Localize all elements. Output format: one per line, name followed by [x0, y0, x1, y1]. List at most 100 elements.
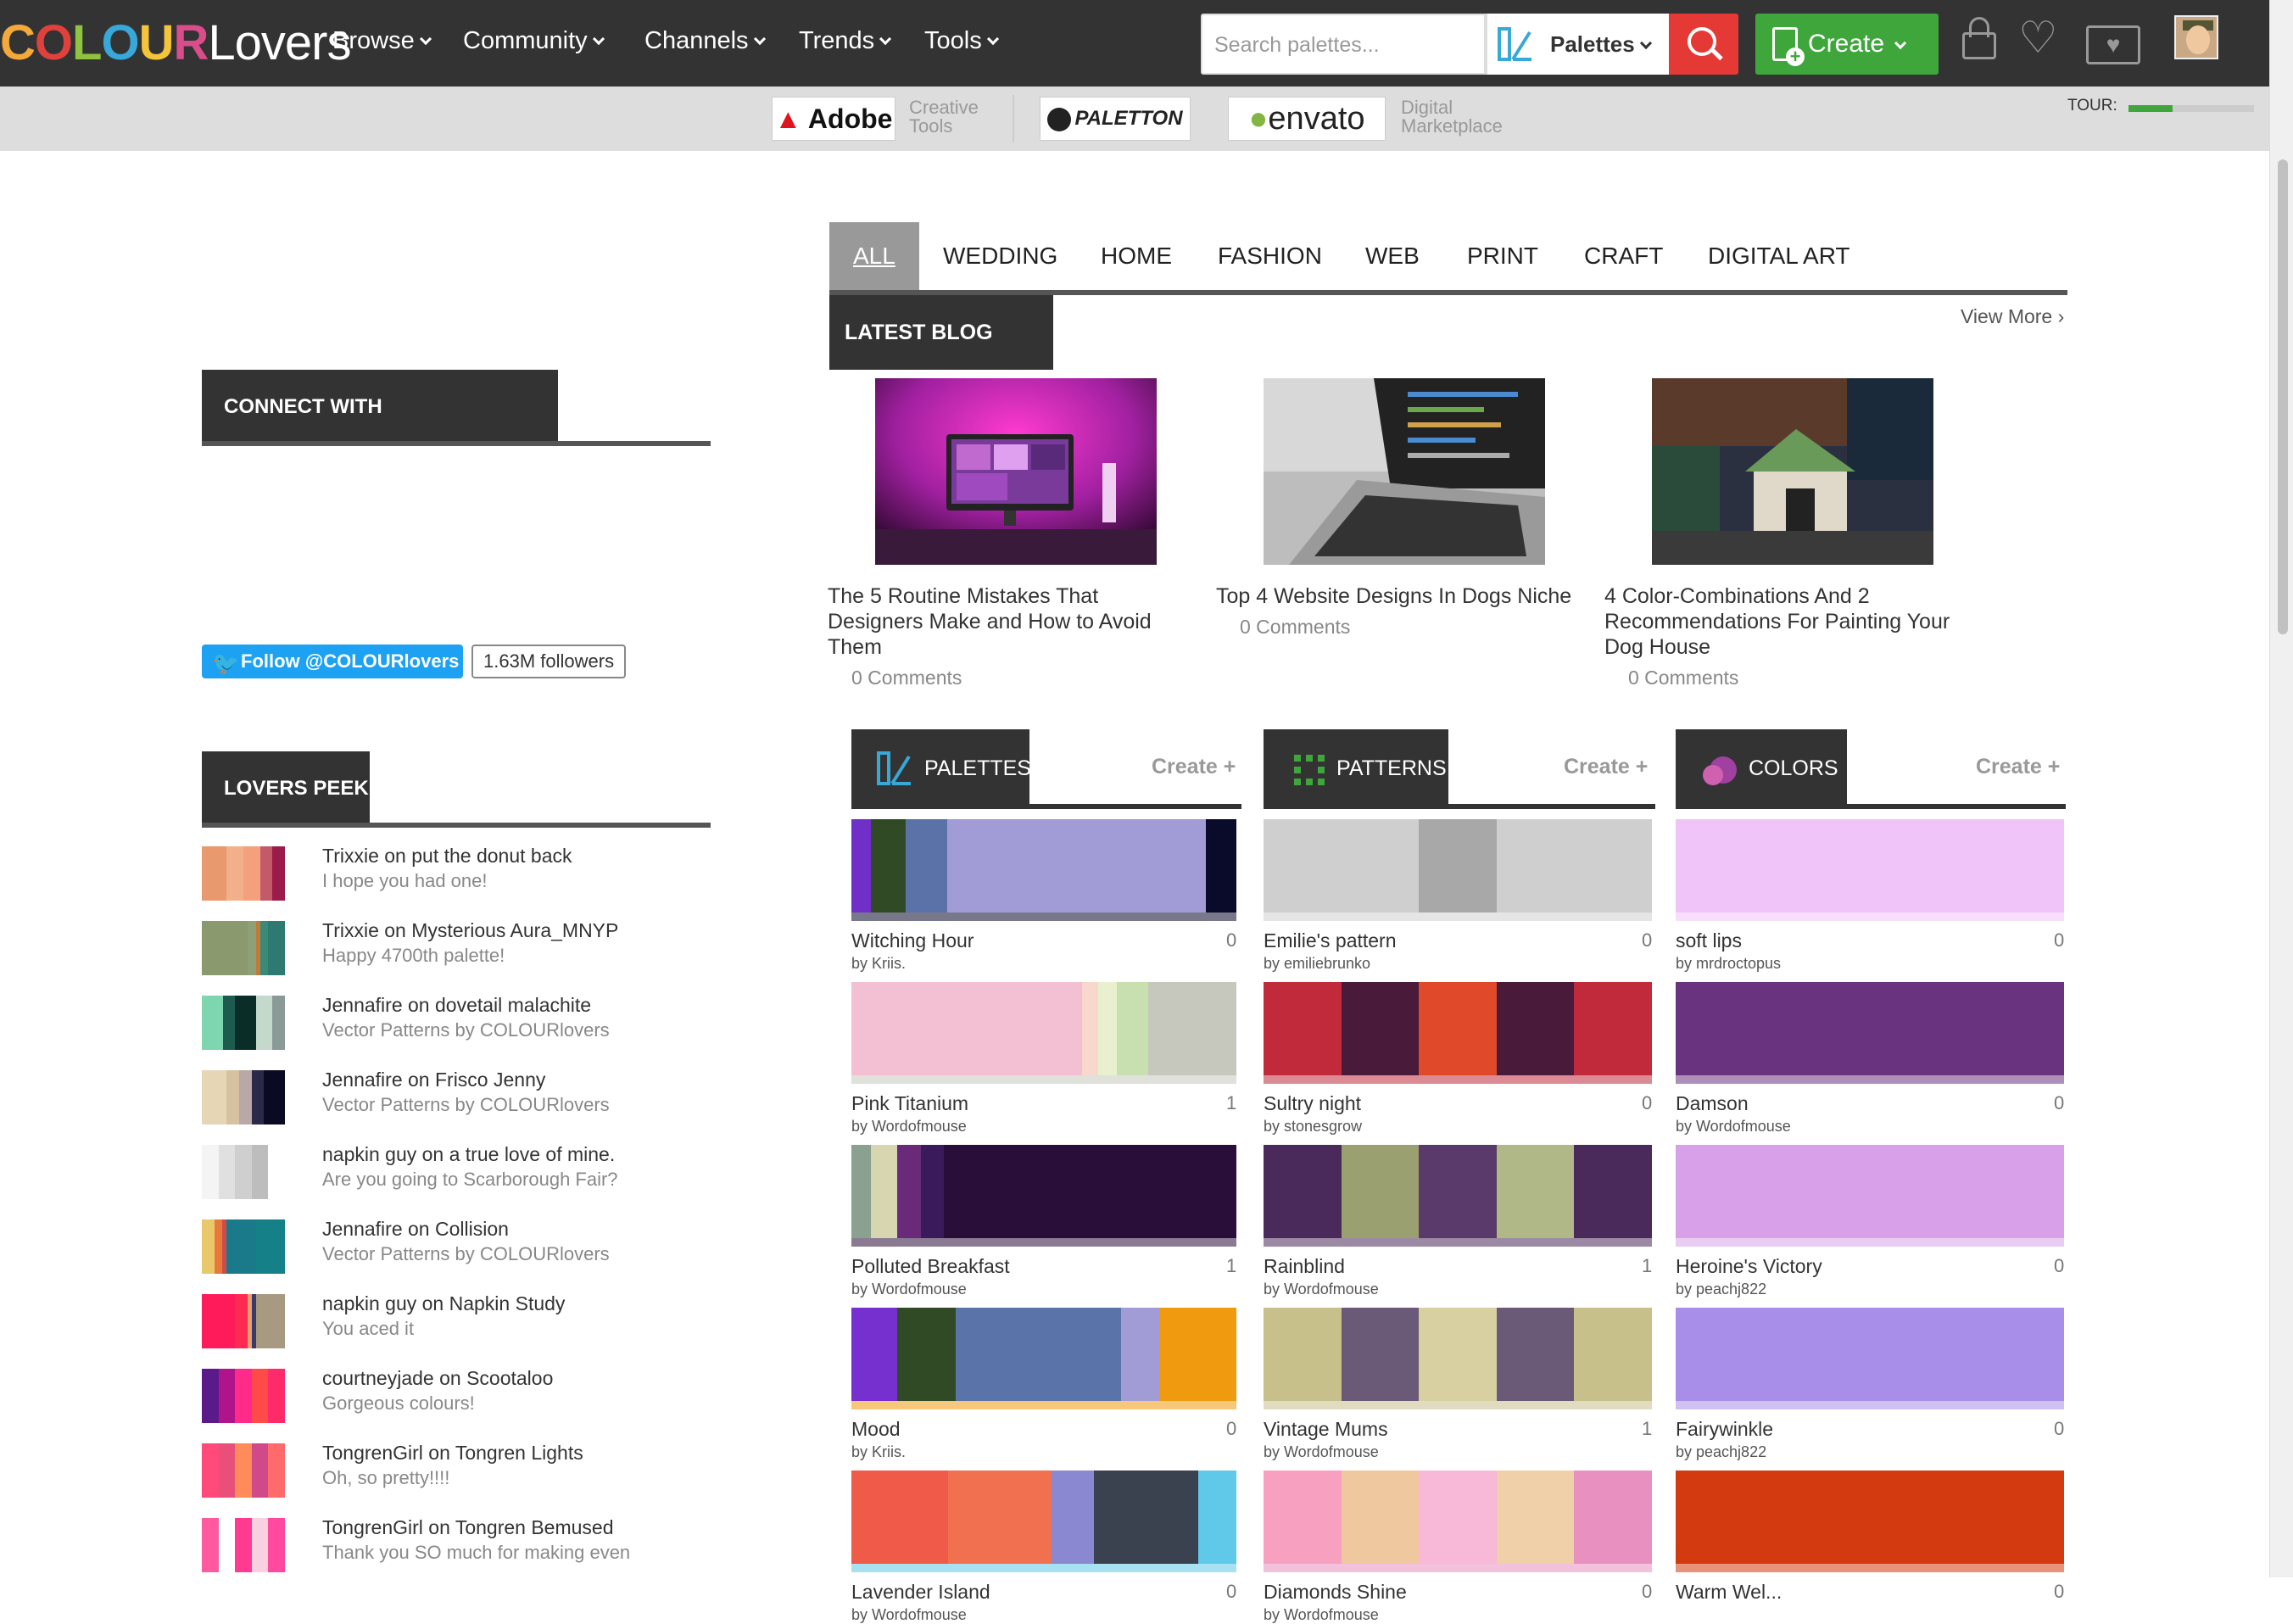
tab-fashion[interactable]: FASHION [1218, 222, 1322, 290]
patterns-item-name[interactable]: Vintage Mums [1264, 1418, 1388, 1441]
blog-image-1[interactable] [875, 378, 1157, 565]
palettes-heading[interactable]: PALETTES [851, 729, 1031, 807]
scrollbar-thumb[interactable] [2278, 159, 2288, 634]
view-more-link[interactable]: View More › [1961, 305, 2064, 328]
colors-swatch[interactable] [1676, 1308, 2064, 1401]
blog-image-3[interactable] [1652, 378, 1933, 565]
peek-item-title[interactable]: courtneyjade on Scootaloo [322, 1367, 553, 1390]
palettes-create-link[interactable]: Create + [1152, 755, 1236, 779]
patterns-item-author[interactable]: by Wordofmouse [1264, 1443, 1379, 1461]
tab-home[interactable]: HOME [1101, 222, 1172, 290]
palettes-item-name[interactable]: Mood [851, 1418, 901, 1441]
peek-item[interactable]: Jennafire on Collision Vector Patterns by… [202, 1218, 711, 1292]
search-button[interactable] [1669, 14, 1738, 75]
colors-item-author[interactable]: by peachj822 [1676, 1443, 1766, 1461]
patterns-swatch[interactable] [1264, 1471, 1652, 1564]
tab-craft[interactable]: CRAFT [1584, 222, 1663, 290]
tab-web[interactable]: WEB [1365, 222, 1420, 290]
colors-item-author[interactable]: by mrdroctopus [1676, 955, 1781, 973]
palettes-item-name[interactable]: Witching Hour [851, 929, 974, 952]
menu-tools[interactable]: Tools [924, 25, 999, 56]
tour-progress-bar[interactable] [2128, 105, 2254, 112]
adobe-logo[interactable]: ▲ Adobe [772, 97, 895, 141]
patterns-heading[interactable]: PATTERNS [1264, 729, 1448, 807]
menu-channels[interactable]: Channels [644, 25, 766, 56]
colors-item-author[interactable]: by Wordofmouse [1676, 1118, 1791, 1136]
patterns-item-author[interactable]: by stonesgrow [1264, 1118, 1362, 1136]
lock-icon[interactable] [1962, 17, 1998, 61]
patterns-item-author[interactable]: by Wordofmouse [1264, 1281, 1379, 1298]
peek-item-title[interactable]: napkin guy on Napkin Study [322, 1292, 565, 1315]
paletton-logo[interactable]: PALETTON [1040, 97, 1191, 141]
colors-item-name[interactable]: Warm Wel... [1676, 1581, 1782, 1604]
peek-item-title[interactable]: Jennafire on Frisco Jenny [322, 1069, 545, 1091]
blog-post-2-comments[interactable]: 0 Comments [1240, 616, 1350, 639]
peek-item[interactable]: courtneyjade on Scootaloo Gorgeous colour… [202, 1367, 711, 1442]
palettes-swatch[interactable] [851, 982, 1236, 1075]
peek-item[interactable]: TongrenGirl on Tongren Lights Oh, so pret… [202, 1442, 711, 1516]
patterns-create-link[interactable]: Create + [1564, 755, 1648, 779]
palettes-swatch[interactable] [851, 1145, 1236, 1238]
palettes-item-author[interactable]: by Kriis. [851, 955, 906, 973]
peek-item-title[interactable]: Jennafire on Collision [322, 1218, 509, 1241]
peek-item-title[interactable]: TongrenGirl on Tongren Bemused [322, 1516, 614, 1539]
colors-swatch[interactable] [1676, 1145, 2064, 1238]
peek-item-title[interactable]: Jennafire on dovetail malachite [322, 994, 591, 1017]
twitter-follow-button[interactable]: 🐦 Follow @COLOURlovers [202, 645, 463, 678]
palettes-item-author[interactable]: by Wordofmouse [851, 1281, 967, 1298]
palettes-item-author[interactable]: by Wordofmouse [851, 1118, 967, 1136]
search-type-select[interactable]: Palettes [1486, 14, 1669, 75]
palettes-swatch[interactable] [851, 1308, 1236, 1401]
blog-post-3-comments[interactable]: 0 Comments [1628, 667, 1738, 689]
menu-browse[interactable]: Browse [332, 25, 432, 56]
colors-item-name[interactable]: soft lips [1676, 929, 1742, 952]
peek-item-title[interactable]: napkin guy on a true love of mine. [322, 1143, 615, 1166]
peek-item[interactable]: napkin guy on a true love of mine. Are yo… [202, 1143, 711, 1218]
palettes-item-name[interactable]: Polluted Breakfast [851, 1255, 1010, 1278]
peek-item[interactable]: Jennafire on dovetail malachite Vector Pa… [202, 994, 711, 1069]
create-button[interactable]: + Create [1755, 14, 1939, 75]
peek-item[interactable]: Jennafire on Frisco Jenny Vector Patterns… [202, 1069, 711, 1143]
colors-create-link[interactable]: Create + [1976, 755, 2060, 779]
peek-item[interactable]: napkin guy on Napkin Study You aced it [202, 1292, 711, 1367]
peek-item-title[interactable]: Trixxie on put the donut back [322, 845, 572, 868]
colors-swatch[interactable] [1676, 982, 2064, 1075]
palettes-item-name[interactable]: Lavender Island [851, 1581, 990, 1604]
palettes-item-author[interactable]: by Kriis. [851, 1443, 906, 1461]
peek-item[interactable]: Trixxie on put the donut back I hope you … [202, 845, 711, 919]
palettes-item-name[interactable]: Pink Titanium [851, 1092, 968, 1115]
tab-wedding[interactable]: WEDDING [943, 222, 1057, 290]
search-input[interactable]: Search palettes... [1201, 14, 1486, 75]
blog-image-2[interactable] [1264, 378, 1545, 565]
envato-logo[interactable]: ●envato [1228, 97, 1386, 141]
patterns-item-author[interactable]: by Wordofmouse [1264, 1606, 1379, 1624]
patterns-item-name[interactable]: Rainblind [1264, 1255, 1345, 1278]
messages-icon[interactable]: ♥ [2086, 17, 2142, 64]
tab-all[interactable]: ALL [829, 222, 919, 290]
patterns-item-author[interactable]: by emiliebrunko [1264, 955, 1370, 973]
peek-item-title[interactable]: TongrenGirl on Tongren Lights [322, 1442, 583, 1465]
menu-community[interactable]: Community [463, 25, 605, 56]
peek-item-title[interactable]: Trixxie on Mysterious Aura_MNYP [322, 919, 618, 942]
user-avatar[interactable] [2174, 15, 2218, 59]
palettes-swatch[interactable] [851, 819, 1236, 912]
peek-item[interactable]: Trixxie on Mysterious Aura_MNYP Happy 470… [202, 919, 711, 994]
scrollbar[interactable] [2269, 0, 2293, 1577]
blog-post-3-title[interactable]: 4 Color-Combinations And 2 Recommendation… [1604, 583, 1950, 660]
patterns-swatch[interactable] [1264, 1145, 1652, 1238]
patterns-item-name[interactable]: Diamonds Shine [1264, 1581, 1407, 1604]
blog-post-1-comments[interactable]: 0 Comments [851, 667, 962, 689]
colors-heading[interactable]: COLORS [1676, 729, 1847, 807]
colors-item-name[interactable]: Damson [1676, 1092, 1749, 1115]
patterns-swatch[interactable] [1264, 982, 1652, 1075]
colors-swatch[interactable] [1676, 819, 2064, 912]
tab-digital-art[interactable]: DIGITAL ART [1708, 222, 1850, 290]
patterns-swatch[interactable] [1264, 819, 1652, 912]
favorites-heart-icon[interactable]: ♡ [2018, 16, 2064, 61]
blog-post-2-title[interactable]: Top 4 Website Designs In Dogs Niche [1216, 583, 1571, 609]
peek-item[interactable]: TongrenGirl on Tongren Bemused Thank you … [202, 1516, 711, 1591]
colors-item-name[interactable]: Fairywinkle [1676, 1418, 1773, 1441]
patterns-swatch[interactable] [1264, 1308, 1652, 1401]
patterns-item-name[interactable]: Sultry night [1264, 1092, 1361, 1115]
colourlovers-logo[interactable]: COLOURLovers [0, 15, 351, 71]
